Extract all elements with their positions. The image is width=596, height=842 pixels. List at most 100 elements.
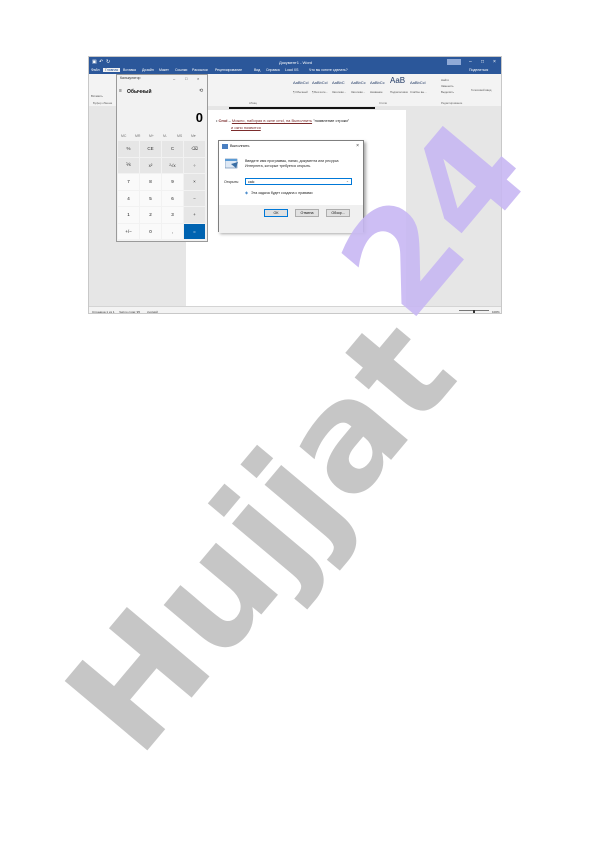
paste-button[interactable]: Вставить <box>91 94 103 98</box>
tab-file[interactable]: Файл <box>91 68 100 72</box>
key-2[interactable]: 2 <box>140 207 161 223</box>
key-decimal[interactable]: , <box>162 223 183 239</box>
tell-me-search[interactable]: Что вы хотите сделать? <box>309 68 348 72</box>
status-bar: Страница 1 из 1 Число слов: 95 русский 1… <box>89 306 501 313</box>
select-button[interactable]: Выделить <box>441 90 454 94</box>
key-multiply[interactable]: × <box>184 174 205 190</box>
watermark-hujjat: Hujjat <box>33 288 488 784</box>
ok-button[interactable]: ОК <box>264 209 288 217</box>
tab-insert[interactable]: Вставка <box>123 68 136 72</box>
share-button[interactable]: Поделиться <box>469 68 488 72</box>
key-reciprocal[interactable]: ⅟x <box>118 157 139 173</box>
key-4[interactable]: 4 <box>118 190 139 206</box>
save-icon[interactable]: ▣ <box>92 59 97 65</box>
dictate-button[interactable]: Голосовой ввод <box>471 88 491 92</box>
memory-recall[interactable]: MR <box>135 134 140 138</box>
key-clear[interactable]: C <box>162 141 183 157</box>
key-5[interactable]: 5 <box>140 190 161 206</box>
run-description: Введите имя программы, папки, документа … <box>245 159 339 168</box>
word-count[interactable]: Число слов: 95 <box>119 310 140 313</box>
memory-subtract[interactable]: M- <box>163 134 167 138</box>
key-clear-entry[interactable]: CE <box>140 141 161 157</box>
open-label: Открыть: <box>224 180 240 184</box>
memory-clear[interactable]: MC <box>121 134 126 138</box>
key-percent[interactable]: % <box>118 141 139 157</box>
ruler <box>229 107 375 109</box>
key-minus[interactable]: − <box>184 190 205 206</box>
bullet-line2: и окно появится <box>231 125 261 130</box>
run-dialog: Выполнить × Введите имя программы, папки… <box>218 140 364 233</box>
tab-layout[interactable]: Макет <box>159 68 169 72</box>
menu-icon[interactable]: ≡ <box>119 88 122 94</box>
style-name-subtle: Слабое вы... <box>410 90 427 94</box>
key-6[interactable]: 6 <box>162 190 183 206</box>
styles-group-label: Стили <box>379 101 388 105</box>
history-icon[interactable]: ⟲ <box>199 88 203 94</box>
key-plus[interactable]: + <box>184 207 205 223</box>
tab-review[interactable]: Рецензирование <box>215 68 242 72</box>
language[interactable]: русский <box>147 310 158 313</box>
style-subtitle[interactable]: AaB <box>390 76 405 85</box>
calculator-title: Калькулятор <box>120 76 141 80</box>
shield-icon: ◈ <box>245 190 249 195</box>
key-square[interactable]: x² <box>140 157 161 173</box>
style-normal[interactable]: AaBbCcl <box>293 80 309 85</box>
memory-add[interactable]: M+ <box>149 134 154 138</box>
run-program-icon <box>225 158 238 169</box>
bullet-rest-text: появление строки <box>314 118 348 123</box>
tab-help[interactable]: Справка <box>266 68 280 72</box>
key-7[interactable]: 7 <box>118 174 139 190</box>
chevron-down-icon[interactable]: ⌄ <box>346 179 349 183</box>
browse-button[interactable]: Обзор... <box>326 209 350 217</box>
style-name-title: Название <box>370 90 383 94</box>
bullet-item: • Cmd – Можно, набирая в окне cmd, на Вы… <box>216 118 350 123</box>
tab-loadxs[interactable]: Load XS <box>285 68 298 72</box>
tab-home[interactable]: Главная <box>103 68 121 72</box>
tab-view[interactable]: Вид <box>254 68 260 72</box>
zoom-slider-thumb[interactable] <box>473 310 475 313</box>
calculator-display: 0 <box>195 110 203 125</box>
ribbon-tabs: Файл Главная Вставка Дизайн Макет Ссылки… <box>89 67 501 74</box>
style-title[interactable]: AaBbCc <box>370 80 385 85</box>
cancel-button[interactable]: Отмена <box>295 209 319 217</box>
screenshot: ▣ ↶ ↻ Документ1 - Word – □ × Файл Главна… <box>88 56 502 314</box>
key-3[interactable]: 3 <box>162 207 183 223</box>
key-divide[interactable]: ÷ <box>184 157 205 173</box>
account-badge[interactable] <box>447 59 461 65</box>
key-equals[interactable]: = <box>184 223 205 239</box>
close-icon[interactable]: × <box>356 143 359 149</box>
undo-icon[interactable]: ↶ <box>99 59 103 65</box>
style-no-spacing[interactable]: AaBbCcl <box>312 80 328 85</box>
close-icon[interactable]: × <box>493 59 496 65</box>
style-subtle[interactable]: AaBbCcl <box>410 80 426 85</box>
style-heading1[interactable]: AaBbC <box>332 80 345 85</box>
zoom-level[interactable]: 100% <box>492 310 500 313</box>
redo-icon[interactable]: ↻ <box>106 59 110 65</box>
close-icon[interactable]: × <box>197 76 199 81</box>
key-0[interactable]: 0 <box>140 223 161 239</box>
paragraph-group-label: Абзац <box>249 101 257 105</box>
key-8[interactable]: 8 <box>140 174 161 190</box>
tab-references[interactable]: Ссылки <box>175 68 187 72</box>
tab-mailings[interactable]: Рассылки <box>192 68 208 72</box>
memory-store[interactable]: MS <box>177 134 182 138</box>
maximize-icon[interactable]: □ <box>481 59 484 65</box>
minimize-icon[interactable]: – <box>173 76 175 81</box>
bullet-bold-text: Cmd <box>218 118 228 123</box>
key-sqrt[interactable]: ²√x <box>162 157 183 173</box>
key-9[interactable]: 9 <box>162 174 183 190</box>
page-count[interactable]: Страница 1 из 1 <box>92 310 115 313</box>
tab-design[interactable]: Дизайн <box>142 68 154 72</box>
key-1[interactable]: 1 <box>118 207 139 223</box>
key-negate[interactable]: +/− <box>118 223 139 239</box>
open-input[interactable]: calc <box>245 178 352 185</box>
style-name-subtitle: Подзаголовок <box>390 90 408 94</box>
replace-button[interactable]: Заменить <box>441 84 454 88</box>
find-button[interactable]: Найти <box>441 78 449 82</box>
memory-list[interactable]: M▾ <box>191 134 196 138</box>
maximize-icon[interactable]: □ <box>185 76 187 81</box>
minimize-icon[interactable]: – <box>469 59 472 65</box>
editing-group-label: Редактирование <box>441 101 463 105</box>
key-backspace[interactable]: ⌫ <box>184 141 205 157</box>
style-heading2[interactable]: AaBbCc <box>351 80 366 85</box>
